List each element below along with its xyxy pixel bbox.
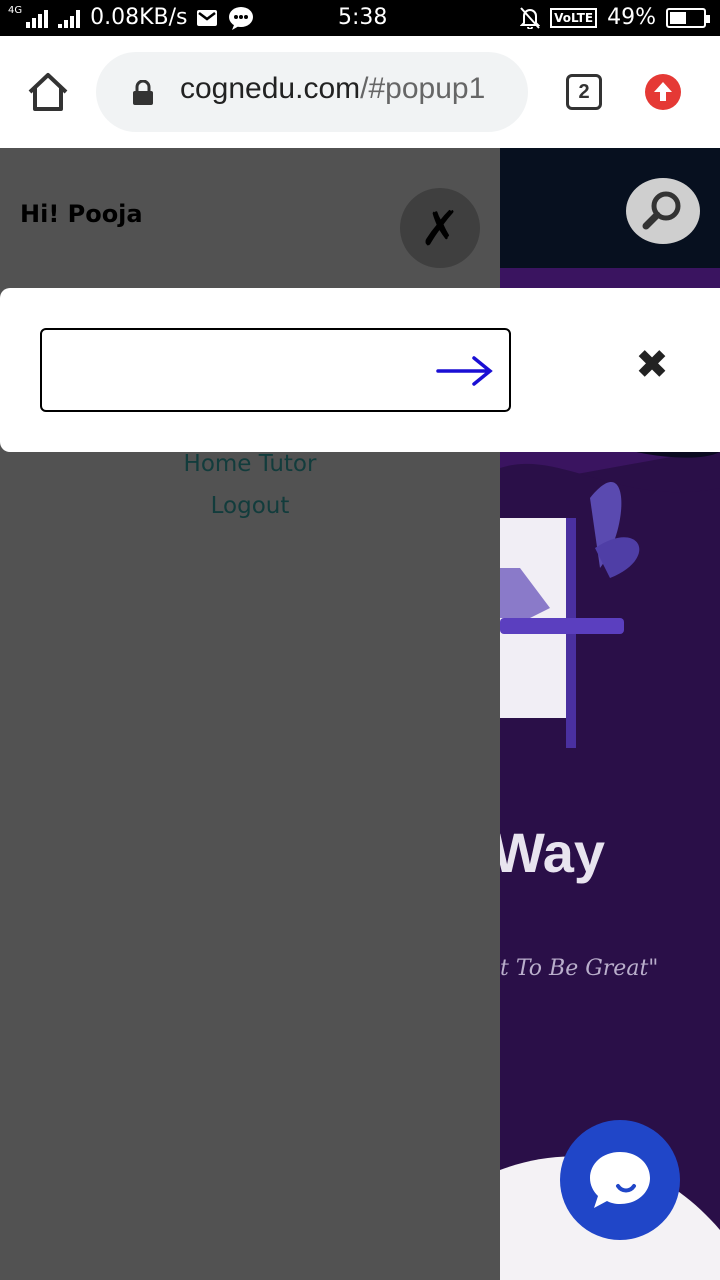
chat-icon: [590, 1152, 650, 1208]
lock-icon: [133, 80, 153, 105]
url-text: cognedu.com/#popup1: [180, 72, 485, 106]
network-type: 4G: [8, 5, 23, 16]
search-icon: [642, 191, 681, 230]
menu-item-logout[interactable]: Logout: [0, 485, 500, 527]
page-header: [500, 148, 720, 268]
update-button[interactable]: [645, 74, 681, 110]
address-bar[interactable]: cognedu.com/#popup1: [96, 52, 528, 132]
search-field: [40, 328, 511, 412]
arrow-up-icon: [654, 82, 672, 101]
popup-close-button[interactable]: ✖: [628, 338, 676, 392]
search-input[interactable]: [56, 342, 426, 398]
site-search-button[interactable]: [626, 178, 700, 244]
battery-icon: [666, 7, 710, 28]
status-bar: 4G 0.08KB/s 5:38 VoLTE 49%: [0, 0, 720, 36]
search-popup: ✖: [0, 288, 720, 452]
hero-headline: Way: [500, 821, 606, 884]
drawer-close-button[interactable]: ✗: [400, 188, 480, 268]
signal-icon-2: [58, 8, 81, 28]
close-icon: ✖: [635, 342, 669, 388]
arrow-right-icon[interactable]: [436, 354, 494, 388]
user-greeting: Hi! Pooja: [20, 200, 143, 228]
network-indicator: 4G 0.08KB/s: [8, 5, 254, 30]
close-icon: ✗: [419, 201, 461, 257]
url-path: /#popup1: [360, 72, 486, 105]
chat-widget-button[interactable]: [560, 1120, 680, 1240]
browser-toolbar: cognedu.com/#popup1 2: [0, 36, 720, 148]
volte-badge: VoLTE: [550, 7, 598, 28]
drawer-menu: Home Tutor Logout: [0, 443, 500, 527]
hero-quote: t To Be Great": [500, 956, 659, 981]
clock: 5:38: [338, 5, 388, 30]
battery-percent: 49%: [607, 5, 656, 30]
mute-icon: [520, 6, 541, 29]
signal-icon: [26, 8, 49, 28]
chat-notification-icon: [228, 6, 253, 30]
data-speed: 0.08KB/s: [90, 5, 188, 30]
mail-icon: [196, 9, 217, 26]
home-icon[interactable]: [26, 72, 70, 112]
tab-switcher-button[interactable]: 2: [566, 74, 602, 110]
url-domain: cognedu.com: [180, 72, 361, 105]
